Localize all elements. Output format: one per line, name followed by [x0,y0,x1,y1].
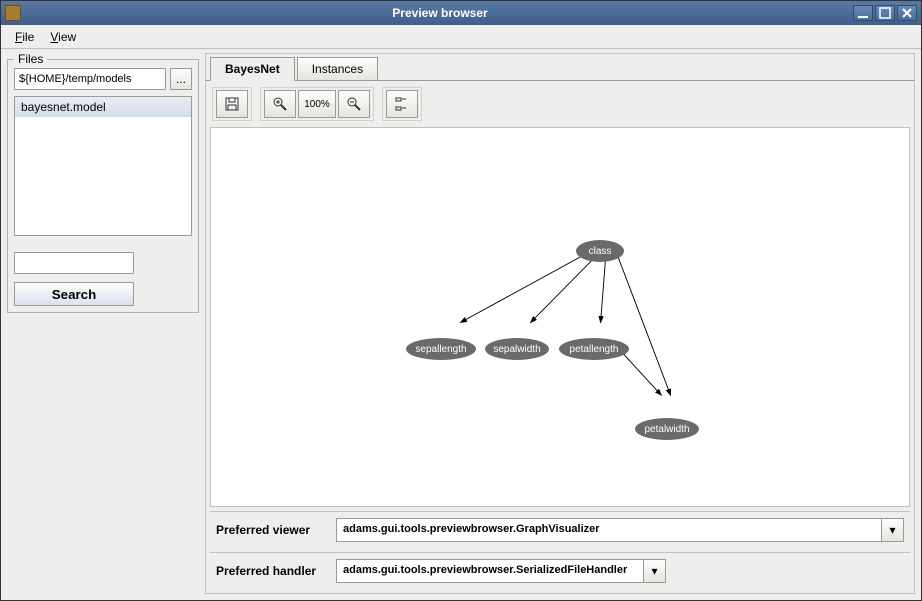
node-sepallength[interactable]: sepallength [406,338,476,360]
tab-bayesnet[interactable]: BayesNet [210,57,295,81]
save-icon [224,96,240,112]
menu-file[interactable]: File [7,28,42,46]
minimize-button[interactable] [853,5,873,21]
file-item[interactable]: bayesnet.model [15,97,191,117]
preferred-viewer-value: adams.gui.tools.previewbrowser.GraphVisu… [337,519,881,541]
preferred-handler-value: adams.gui.tools.previewbrowser.Serialize… [337,560,643,582]
path-input[interactable] [14,68,166,90]
menu-view[interactable]: View [42,28,84,46]
save-button[interactable] [216,90,248,118]
node-sepalwidth[interactable]: sepalwidth [485,338,549,360]
window-controls [853,5,917,21]
chevron-down-icon[interactable]: ▾ [881,519,903,541]
close-button[interactable] [897,5,917,21]
node-petallength[interactable]: petallength [559,338,629,360]
maximize-icon [877,5,893,21]
right-panel: BayesNet Instances 100% [205,53,915,594]
preferred-viewer-row: Preferred viewer adams.gui.tools.preview… [210,511,910,548]
content: Files ... bayesnet.model Search BayesNet… [1,49,921,600]
maximize-button[interactable] [875,5,895,21]
zoom-out-icon [346,96,362,112]
tab-bar: BayesNet Instances [206,54,914,80]
window-title: Preview browser [27,6,853,20]
zoom-in-button[interactable] [264,90,296,118]
graph-canvas[interactable]: class sepallength sepalwidth petallength… [210,127,910,507]
app-icon [5,5,21,21]
files-legend: Files [14,52,47,66]
left-panel: Files ... bayesnet.model Search [7,53,199,594]
titlebar[interactable]: Preview browser [1,1,921,25]
search-input[interactable] [14,252,134,274]
layout-button[interactable] [386,90,418,118]
browse-button[interactable]: ... [170,68,192,90]
preferred-handler-combo[interactable]: adams.gui.tools.previewbrowser.Serialize… [336,559,666,583]
node-class[interactable]: class [576,240,624,262]
zoom-out-button[interactable] [338,90,370,118]
app-window: Preview browser File View Files ... [0,0,922,601]
minimize-icon [855,5,871,21]
file-list[interactable]: bayesnet.model [14,96,192,236]
search-button[interactable]: Search [14,282,134,306]
menubar: File View [1,25,921,49]
preferred-handler-label: Preferred handler [216,564,330,578]
layout-icon [394,96,410,112]
zoom-in-icon [272,96,288,112]
toolbar: 100% [210,85,910,123]
preferred-viewer-label: Preferred viewer [216,523,330,537]
files-group: Files ... bayesnet.model Search [7,59,199,313]
chevron-down-icon[interactable]: ▾ [643,560,665,582]
zoom-100-button[interactable]: 100% [298,90,336,118]
preferred-handler-row: Preferred handler adams.gui.tools.previe… [210,552,910,589]
preferred-viewer-combo[interactable]: adams.gui.tools.previewbrowser.GraphVisu… [336,518,904,542]
close-icon [899,5,915,21]
tab-instances[interactable]: Instances [297,57,378,81]
node-petalwidth[interactable]: petalwidth [635,418,699,440]
graph-edges [211,128,909,506]
tab-body: 100% [206,80,914,593]
